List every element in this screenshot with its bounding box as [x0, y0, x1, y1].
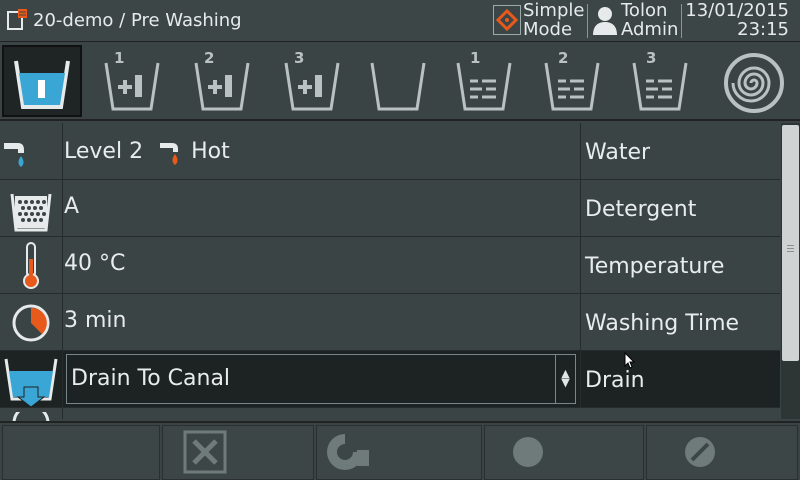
mouse-cursor-icon	[624, 352, 636, 369]
washing-time-label: Washing Time	[580, 294, 780, 351]
cancel-button[interactable]	[162, 425, 314, 480]
settings-table: Level 2 Hot Water A Detergent 40 °C Temp…	[0, 123, 780, 424]
phase-dose-1[interactable]: 1	[96, 45, 176, 117]
detergent-value: A	[64, 194, 80, 219]
drain-select[interactable]: Drain To Canal ▲ ▼	[66, 354, 576, 404]
spin-icon	[724, 53, 784, 113]
table-scrollbar[interactable]	[781, 123, 800, 419]
rinse-tub-icon	[456, 62, 512, 111]
header-bar: 20-demo / Pre Washing Simple Mode Tolon …	[0, 0, 800, 42]
water-label: Water	[580, 123, 780, 180]
datetime: 13/01/2015 23:15	[685, 0, 789, 40]
select-arrows-icon[interactable]: ▲ ▼	[555, 355, 575, 403]
washing-time-value: 3 min	[64, 308, 127, 333]
circle-icon	[513, 437, 543, 467]
drain-icon	[4, 358, 58, 408]
empty-tub-icon	[370, 62, 426, 111]
detergent-label: Detergent	[580, 180, 780, 237]
phase-dose-3[interactable]: 3	[276, 45, 356, 117]
table-row-temperature[interactable]: 40 °C Temperature	[0, 237, 780, 294]
rinse-tub-icon	[632, 62, 688, 111]
header-separator	[587, 4, 588, 38]
table-row-detergent[interactable]: A Detergent	[0, 180, 780, 237]
phase-dose-2[interactable]: 2	[186, 45, 266, 117]
disable-button[interactable]	[646, 425, 798, 480]
phase-spin[interactable]	[718, 45, 798, 117]
water-value: Level 2 Hot	[64, 123, 579, 180]
table-row-washing-time[interactable]: 3 min Washing Time	[0, 294, 780, 351]
phase-prewash[interactable]	[2, 45, 82, 117]
user-icon	[593, 7, 617, 35]
table-row-drain[interactable]: Drain To Canal ▲ ▼ Drain	[0, 351, 780, 408]
reset-button[interactable]	[316, 425, 482, 480]
thermometer-icon	[23, 242, 39, 289]
temperature-label: Temperature	[580, 237, 780, 294]
prohibited-icon	[685, 437, 715, 467]
mode-diamond-icon	[495, 8, 519, 32]
water-tap-icon	[4, 143, 24, 167]
toolbar-blank-button[interactable]	[2, 425, 160, 480]
phase-rinse-3[interactable]: 3	[628, 45, 708, 117]
mode-button[interactable]	[493, 5, 521, 35]
document-icon	[7, 9, 27, 30]
phase-rinse-2[interactable]: 2	[540, 45, 620, 117]
detergent-icon	[10, 193, 52, 232]
clock-icon	[12, 304, 50, 342]
header-separator	[681, 4, 682, 38]
drain-select-value: Drain To Canal	[71, 366, 231, 391]
scrollbar-thumb[interactable]	[782, 125, 799, 361]
mode-label[interactable]: Simple Mode	[523, 1, 584, 39]
dose-tub-icon	[194, 62, 250, 111]
water-tub-icon	[14, 60, 70, 109]
close-icon	[183, 430, 227, 474]
phase-rinse-1[interactable]: 1	[452, 45, 532, 117]
user-label[interactable]: Tolon Admin	[621, 1, 678, 39]
refresh-icon	[327, 434, 369, 470]
phase-bar: 1 2 3 1 2 3	[0, 43, 800, 121]
hot-water-tap-icon	[160, 143, 179, 165]
page-title: 20-demo / Pre Washing	[33, 10, 242, 31]
water-temp: Hot	[191, 139, 230, 164]
table-row-partial	[0, 404, 780, 424]
temperature-value: 40 °C	[64, 251, 126, 276]
rinse-tub-icon	[544, 62, 600, 111]
water-level: Level 2	[64, 139, 144, 164]
drain-label: Drain	[580, 351, 780, 408]
dose-tub-icon	[104, 62, 160, 111]
bottom-toolbar	[0, 421, 800, 480]
phase-empty[interactable]	[364, 45, 444, 117]
table-row-water[interactable]: Level 2 Hot Water	[0, 123, 780, 180]
dose-tub-icon	[284, 62, 340, 111]
scrollbar-grip	[787, 245, 794, 246]
record-button[interactable]	[484, 425, 644, 480]
